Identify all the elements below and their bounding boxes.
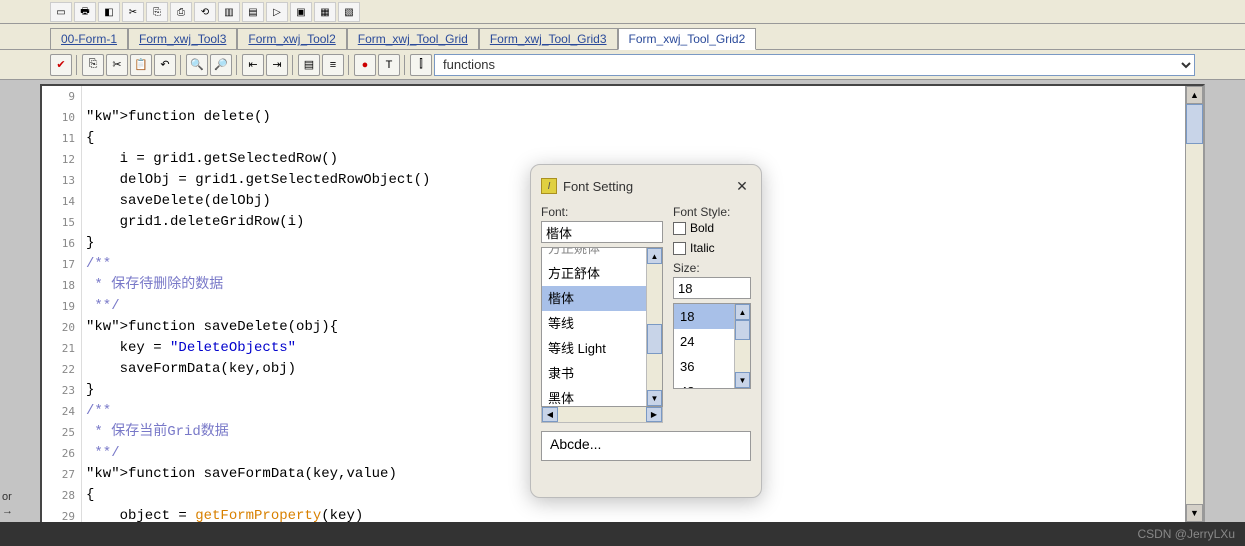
tool-btn[interactable]: ▷ — [266, 2, 288, 22]
list-item[interactable]: 方正姚体 — [542, 247, 662, 261]
tool-btn[interactable]: ▥ — [218, 2, 240, 22]
scroll-thumb[interactable] — [647, 324, 662, 354]
tool-btn[interactable]: 🖶 — [74, 2, 96, 22]
bold-checkbox[interactable]: Bold — [673, 221, 751, 235]
font-setting-dialog[interactable]: I Font Setting ✕ Font: 方正姚体 方正舒体 楷体 等线 等… — [530, 164, 762, 498]
tab-form-xwj-tool-grid2[interactable]: Form_xwj_Tool_Grid2 — [618, 28, 757, 50]
size-listbox[interactable]: 18 24 36 48 ▲ ▼ — [673, 303, 751, 389]
list2-icon[interactable]: ≡ — [322, 54, 344, 76]
list-item[interactable]: 黑体 — [542, 386, 662, 407]
tool-btn[interactable]: ⎙ — [170, 2, 192, 22]
record-icon[interactable]: ● — [354, 54, 376, 76]
copy-icon[interactable]: ⎘ — [82, 54, 104, 76]
scroll-down-icon[interactable]: ▼ — [647, 390, 662, 406]
size-label: Size: — [673, 261, 751, 275]
tool-btn[interactable]: ⎘ — [146, 2, 168, 22]
app-icon: I — [541, 178, 557, 194]
tab-form-xwj-tool-grid[interactable]: Form_xwj_Tool_Grid — [347, 28, 479, 49]
tool-btn[interactable]: ⟲ — [194, 2, 216, 22]
tab-form-xwj-tool2[interactable]: Form_xwj_Tool2 — [237, 28, 346, 49]
indent-icon[interactable]: ⇤ — [242, 54, 264, 76]
tab-00-form-1[interactable]: 00-Form-1 — [50, 28, 128, 49]
scroll-thumb[interactable] — [1186, 104, 1203, 144]
dialog-title: Font Setting — [563, 179, 733, 194]
undo-icon[interactable]: ↶ — [154, 54, 176, 76]
font-input[interactable] — [541, 221, 663, 243]
tab-strip: 00-Form-1 Form_xwj_Tool3 Form_xwj_Tool2 … — [0, 24, 1245, 50]
scroll-down-icon[interactable]: ▼ — [1186, 504, 1203, 522]
scroll-up-icon[interactable]: ▲ — [647, 248, 662, 264]
functions-dropdown[interactable]: functions — [434, 54, 1195, 76]
close-icon[interactable]: ✕ — [733, 177, 751, 195]
check-icon[interactable]: ✔ — [50, 54, 72, 76]
scroll-left-icon[interactable]: ◀ — [542, 407, 558, 422]
tool-btn[interactable]: ▧ — [338, 2, 360, 22]
scroll-thumb[interactable] — [735, 320, 750, 340]
scroll-right-icon[interactable]: ▶ — [646, 407, 662, 422]
list-icon[interactable]: ▤ — [298, 54, 320, 76]
cols-icon[interactable]: ⫿ — [410, 54, 432, 76]
vertical-scrollbar[interactable]: ▲ ▼ — [1185, 86, 1203, 522]
tab-form-xwj-tool-grid3[interactable]: Form_xwj_Tool_Grid3 — [479, 28, 618, 49]
list-scrollbar[interactable]: ▲ ▼ — [646, 248, 662, 406]
find-icon[interactable]: 🔍 — [186, 54, 208, 76]
tool-btn[interactable]: ✂ — [122, 2, 144, 22]
tool-btn[interactable]: ▣ — [290, 2, 312, 22]
outdent-icon[interactable]: ⇥ — [266, 54, 288, 76]
find2-icon[interactable]: 🔎 — [210, 54, 232, 76]
tool-btn[interactable]: ◧ — [98, 2, 120, 22]
text-icon[interactable]: T — [378, 54, 400, 76]
font-preview: Abcde... — [541, 431, 751, 461]
paste-icon[interactable]: 📋 — [130, 54, 152, 76]
list-item[interactable]: 等线 — [542, 311, 662, 336]
line-gutter: 9101112131415161718192021222324252627282… — [42, 86, 82, 522]
size-input[interactable] — [673, 277, 751, 299]
tool-btn[interactable]: ▭ — [50, 2, 72, 22]
side-label: or → — [2, 490, 13, 518]
tab-form-xwj-tool3[interactable]: Form_xwj_Tool3 — [128, 28, 237, 49]
tool-btn[interactable]: ▤ — [242, 2, 264, 22]
list-item[interactable]: 等线 Light — [542, 336, 662, 361]
scroll-down-icon[interactable]: ▼ — [735, 372, 750, 388]
scroll-up-icon[interactable]: ▲ — [735, 304, 750, 320]
dialog-titlebar[interactable]: I Font Setting ✕ — [541, 173, 751, 199]
list-item[interactable]: 隶书 — [542, 361, 662, 386]
watermark: CSDN @JerryLXu — [1137, 527, 1235, 541]
list-item[interactable]: 楷体 — [542, 286, 662, 311]
top-toolbar: ▭ 🖶 ◧ ✂ ⎘ ⎙ ⟲ ▥ ▤ ▷ ▣ ▦ ▧ — [0, 0, 1245, 24]
list-item[interactable]: 方正舒体 — [542, 261, 662, 286]
font-label: Font: — [541, 205, 663, 219]
scroll-up-icon[interactable]: ▲ — [1186, 86, 1203, 104]
editor-toolbar: ✔ ⎘ ✂ 📋 ↶ 🔍 🔎 ⇤ ⇥ ▤ ≡ ● T ⫿ functions — [0, 50, 1245, 80]
tool-btn[interactable]: ▦ — [314, 2, 336, 22]
cut-icon[interactable]: ✂ — [106, 54, 128, 76]
font-listbox[interactable]: 方正姚体 方正舒体 楷体 等线 等线 Light 隶书 黑体 ▲ ▼ — [541, 247, 663, 407]
italic-checkbox[interactable]: Italic — [673, 241, 751, 255]
list-h-scrollbar[interactable]: ◀ ▶ — [541, 407, 663, 423]
style-label: Font Style: — [673, 205, 751, 219]
list-scrollbar[interactable]: ▲ ▼ — [734, 304, 750, 388]
status-bar: CSDN @JerryLXu — [0, 522, 1245, 546]
